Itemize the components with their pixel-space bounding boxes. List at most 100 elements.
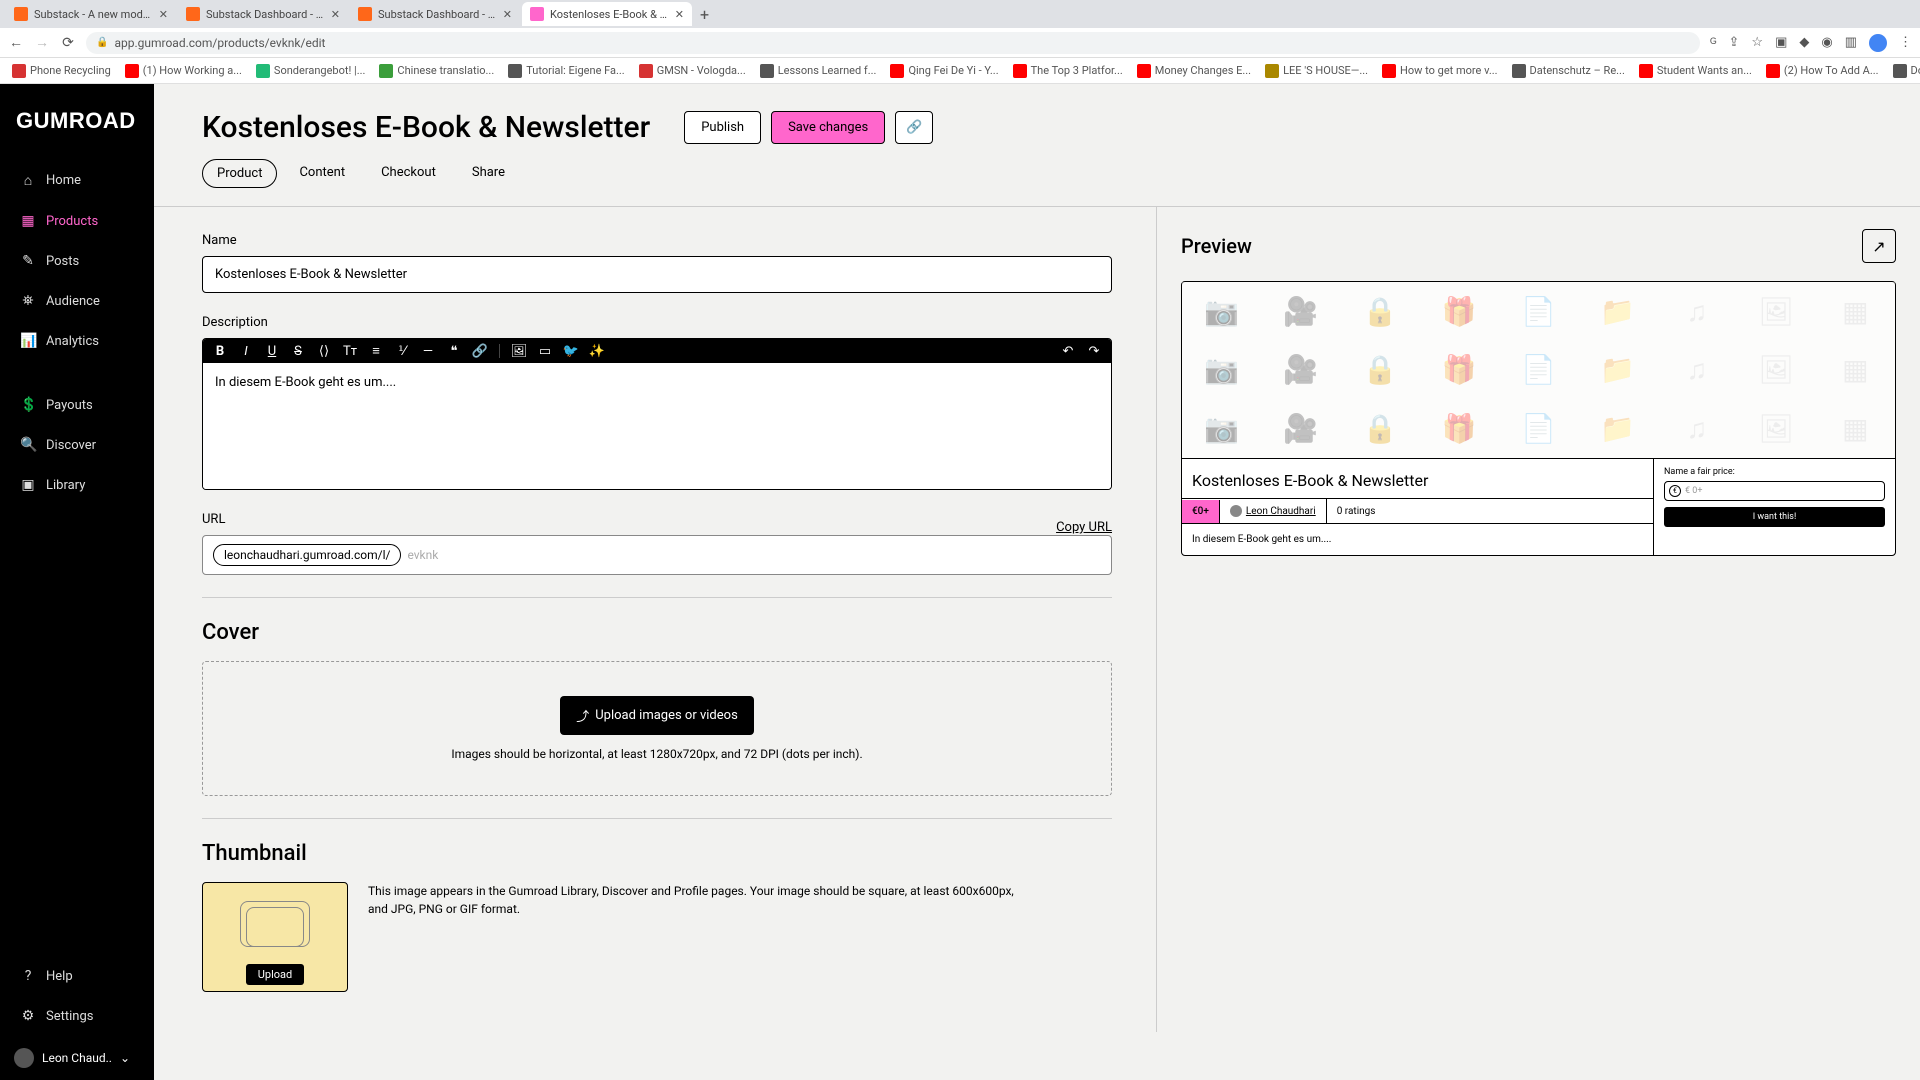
- tab-share[interactable]: Share: [458, 159, 519, 188]
- share-icon[interactable]: ⇪: [1729, 35, 1740, 50]
- tab-checkout[interactable]: Checkout: [367, 159, 450, 188]
- link-button[interactable]: 🔗: [895, 111, 933, 144]
- preview-author[interactable]: Leon Chaudhari: [1220, 499, 1327, 523]
- bookmark-item[interactable]: Datenschutz – Re...: [1508, 64, 1629, 78]
- close-icon[interactable]: ✕: [503, 8, 512, 21]
- quote-icon[interactable]: ❝: [445, 344, 463, 359]
- extension-icon[interactable]: ◆: [1799, 35, 1809, 50]
- browser-tab[interactable]: Substack Dashboard - Leon's✕: [350, 2, 520, 26]
- button-icon[interactable]: ▭: [536, 344, 554, 359]
- browser-tab[interactable]: Substack - A new model for p...✕: [6, 2, 176, 26]
- bookmark-item[interactable]: GMSN - Vologda...: [635, 64, 750, 78]
- bookmark-label: The Top 3 Platfor...: [1031, 64, 1123, 77]
- expand-preview-button[interactable]: ↗: [1862, 229, 1896, 263]
- bookmark-item[interactable]: Download – Cooki...: [1889, 64, 1920, 78]
- underline-icon[interactable]: U: [263, 344, 281, 359]
- divider: [202, 597, 1112, 598]
- sidebar-item-analytics[interactable]: 📊Analytics: [0, 321, 154, 361]
- reload-icon[interactable]: ⟳: [60, 35, 76, 51]
- extension-icon[interactable]: ◉: [1821, 35, 1832, 50]
- sidebar-item-help[interactable]: ?Help: [0, 956, 154, 996]
- browser-tab-active[interactable]: Kostenloses E-Book & Newslet✕: [522, 2, 692, 26]
- bookmark-item[interactable]: (2) How To Add A...: [1762, 64, 1883, 78]
- star-icon[interactable]: ☆: [1751, 35, 1763, 50]
- undo-icon[interactable]: ↶: [1059, 344, 1077, 359]
- thumbnail-upload-button[interactable]: Upload: [246, 964, 304, 985]
- redo-icon[interactable]: ↷: [1085, 344, 1103, 359]
- code-icon[interactable]: ⟨⟩: [315, 344, 333, 359]
- url-input[interactable]: 🔒app.gumroad.com/products/evknk/edit: [86, 32, 1700, 54]
- url-input-row[interactable]: leonchaudhari.gumroad.com/l/ evknk: [202, 535, 1112, 575]
- preview-price-input[interactable]: €€ 0+: [1664, 481, 1885, 501]
- bullet-list-icon[interactable]: ≡: [367, 343, 385, 359]
- twitter-icon[interactable]: 🐦: [562, 344, 580, 359]
- separator: [499, 344, 500, 358]
- browser-tab[interactable]: Substack Dashboard - Leon's✕: [178, 2, 348, 26]
- description-textarea[interactable]: In diesem E-Book geht es um....: [203, 363, 1111, 489]
- bookmark-item[interactable]: (1) How Working a...: [121, 64, 246, 78]
- copy-url-link[interactable]: Copy URL: [1056, 520, 1112, 535]
- bookmark-item[interactable]: Qing Fei De Yi - Y...: [886, 64, 1002, 78]
- sidebar-item-discover[interactable]: 🔍Discover: [0, 425, 154, 465]
- close-icon[interactable]: ✕: [331, 8, 340, 21]
- editor-toolbar: B I U S ⟨⟩ Tт ≡ ⅟ — ❝ 🔗 🖼: [203, 339, 1111, 363]
- preview-cta-button[interactable]: I want this!: [1664, 507, 1885, 527]
- translate-icon[interactable]: ᴳ: [1710, 35, 1716, 51]
- hr-icon[interactable]: —: [419, 344, 437, 359]
- bold-icon[interactable]: B: [211, 344, 229, 359]
- save-changes-button[interactable]: Save changes: [771, 111, 885, 144]
- ai-icon[interactable]: ✨: [588, 344, 606, 359]
- bookmark-item[interactable]: Student Wants an...: [1635, 64, 1756, 78]
- bookmark-item[interactable]: The Top 3 Platfor...: [1009, 64, 1127, 78]
- menu-icon[interactable]: ⋮: [1899, 35, 1912, 50]
- close-icon[interactable]: ✕: [675, 8, 684, 21]
- bookmark-item[interactable]: Sonderangebot! |...: [252, 64, 370, 78]
- bookmark-favicon: [890, 64, 904, 78]
- cover-dropzone[interactable]: ⤴Upload images or videos Images should b…: [202, 661, 1112, 796]
- heading-icon[interactable]: Tт: [341, 344, 359, 359]
- close-icon[interactable]: ✕: [159, 8, 168, 21]
- extension-icon[interactable]: ▣: [1775, 35, 1787, 50]
- bookmark-item[interactable]: Phone Recycling: [8, 64, 115, 78]
- sidebar: GUMROAD ⌂Home ▦Products ✎Posts ⛯Audience…: [0, 84, 154, 1080]
- italic-icon[interactable]: I: [237, 344, 255, 359]
- upload-button[interactable]: ⤴Upload images or videos: [560, 696, 754, 735]
- author-avatar: [1230, 505, 1242, 517]
- sidebar-item-posts[interactable]: ✎Posts: [0, 241, 154, 281]
- sidebar-item-home[interactable]: ⌂Home: [0, 160, 154, 201]
- back-icon[interactable]: ←: [8, 34, 24, 51]
- bookmark-item[interactable]: Lessons Learned f...: [756, 64, 881, 78]
- sidebar-item-products[interactable]: ▦Products: [0, 201, 154, 241]
- bookmark-item[interactable]: LEE 'S HOUSE—...: [1261, 64, 1372, 78]
- sidebar-item-audience[interactable]: ⛯Audience: [0, 281, 154, 321]
- sidebar-user[interactable]: Leon Chaud..⌄: [0, 1036, 154, 1080]
- name-input[interactable]: [202, 256, 1112, 293]
- link-icon[interactable]: 🔗: [471, 344, 489, 359]
- bookmark-item[interactable]: Chinese translatio...: [375, 64, 498, 78]
- numbered-list-icon[interactable]: ⅟: [393, 344, 411, 359]
- sidebar-item-library[interactable]: ▣Library: [0, 465, 154, 505]
- image-icon[interactable]: 🖼: [510, 344, 528, 359]
- thumbnail-stack-icon: [246, 907, 304, 947]
- extension-icon[interactable]: ▥: [1845, 35, 1857, 50]
- url-prefix-chip[interactable]: leonchaudhari.gumroad.com/l/: [213, 544, 401, 566]
- bookmark-item[interactable]: Money Changes E...: [1133, 64, 1255, 78]
- sidebar-item-label: Help: [46, 969, 73, 984]
- tab-content[interactable]: Content: [285, 159, 359, 188]
- publish-button[interactable]: Publish: [684, 111, 761, 144]
- thumbnail-placeholder[interactable]: Upload: [202, 882, 348, 992]
- bookmark-label: GMSN - Vologda...: [657, 64, 746, 77]
- sidebar-item-label: Home: [46, 173, 81, 188]
- sidebar-item-settings[interactable]: ⚙Settings: [0, 996, 154, 1036]
- forward-icon[interactable]: →: [34, 34, 50, 51]
- url-slug[interactable]: evknk: [407, 548, 438, 562]
- profile-avatar[interactable]: [1869, 34, 1887, 52]
- link-icon: 🔗: [906, 120, 922, 135]
- new-tab-button[interactable]: +: [700, 5, 709, 24]
- tab-product[interactable]: Product: [202, 159, 277, 188]
- gumroad-logo[interactable]: GUMROAD: [0, 102, 154, 160]
- bookmark-item[interactable]: Tutorial: Eigene Fa...: [504, 64, 629, 78]
- sidebar-item-payouts[interactable]: 💲Payouts: [0, 385, 154, 425]
- strike-icon[interactable]: S: [289, 344, 307, 359]
- bookmark-item[interactable]: How to get more v...: [1378, 64, 1502, 78]
